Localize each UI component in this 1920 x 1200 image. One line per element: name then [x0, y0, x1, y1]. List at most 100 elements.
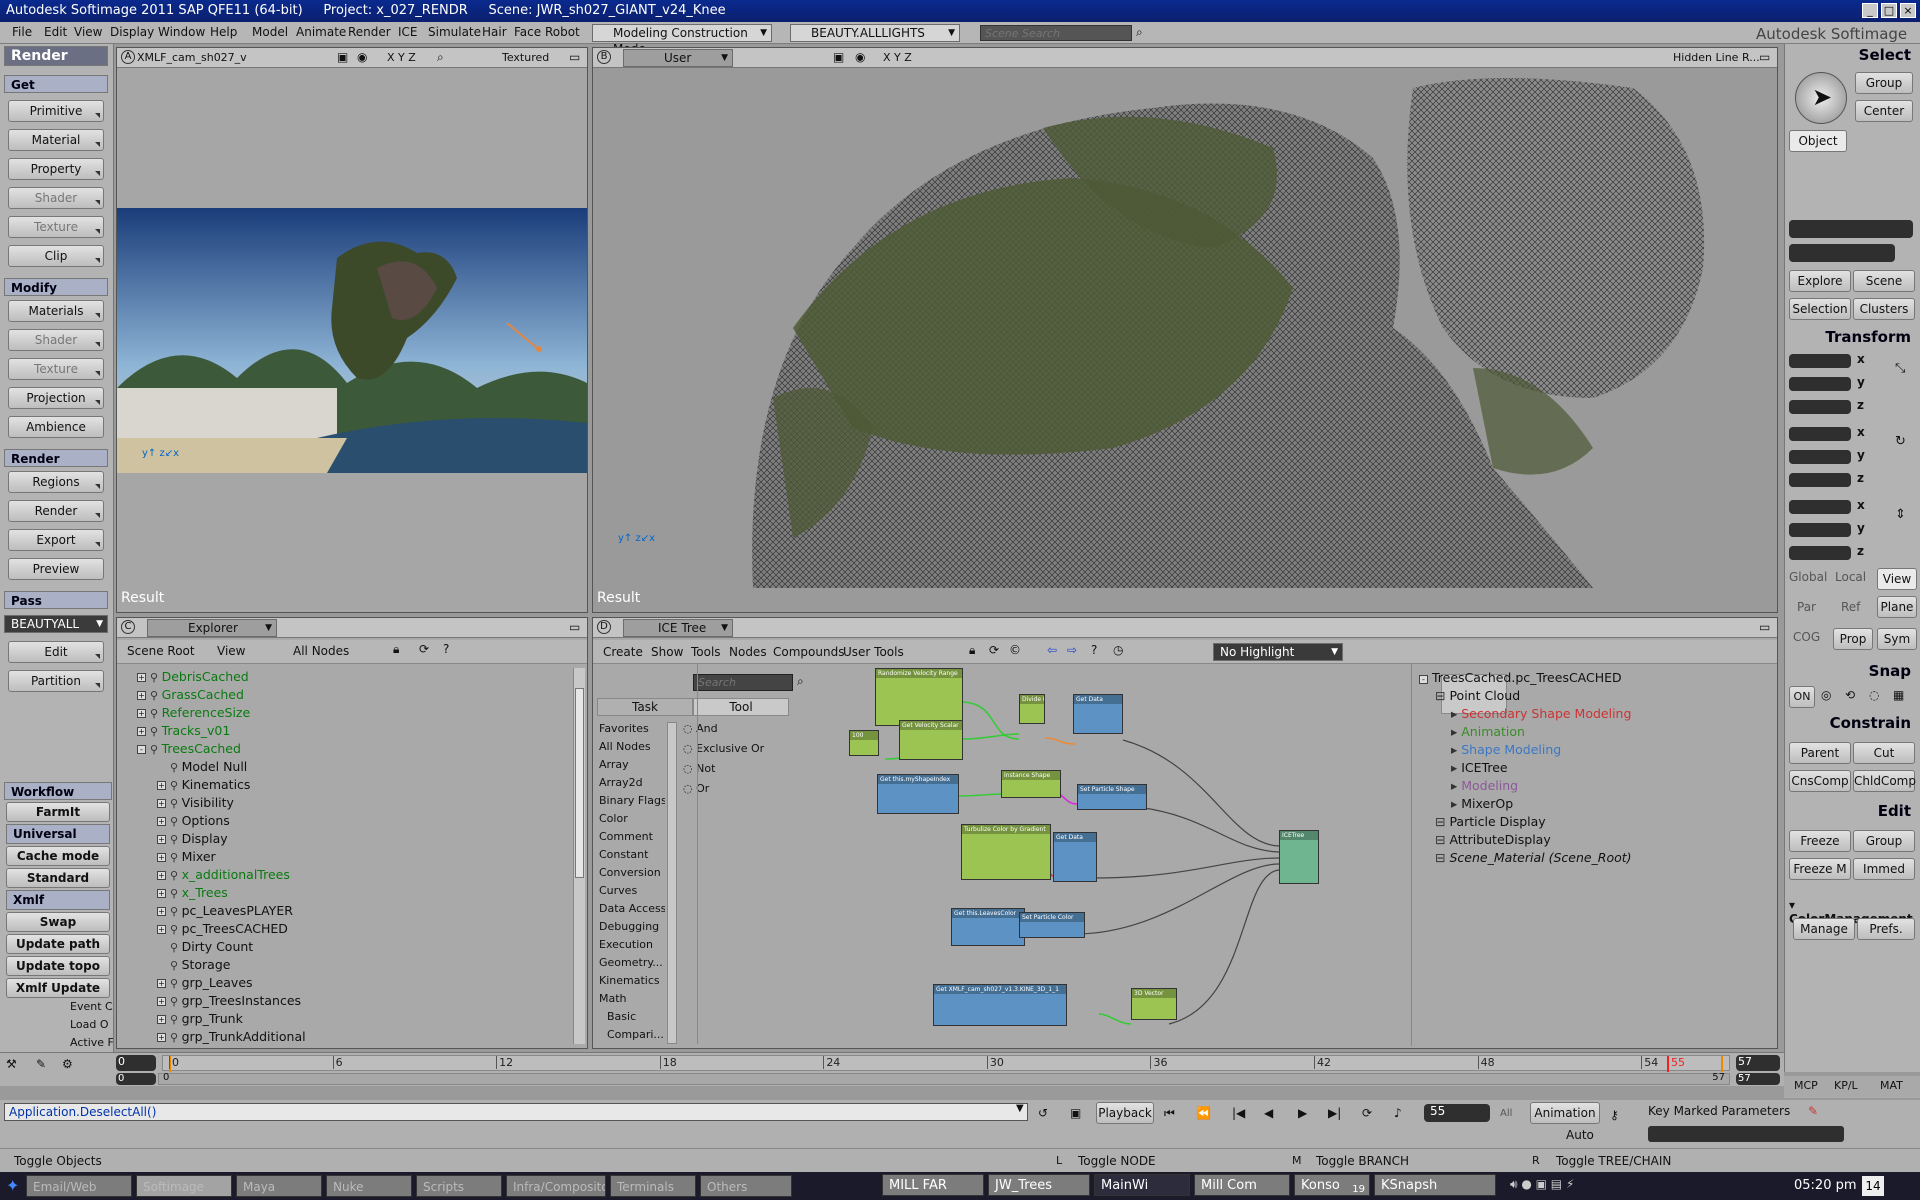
search-icon[interactable]: ⌕ [1136, 25, 1143, 40]
timer-icon[interactable]: ◷ [1113, 643, 1123, 657]
render-regions-button[interactable]: Regions [8, 471, 104, 493]
filter-dropdown[interactable]: All Nodes [293, 644, 349, 658]
expand-toggle[interactable]: + [157, 979, 166, 988]
axis-x-label[interactable]: x [1857, 352, 1865, 366]
explorer-row[interactable]: + ⚲ Visibility [137, 794, 234, 812]
explorer-dropdown[interactable]: Explorer [147, 619, 277, 637]
ice-node[interactable]: Get this.myShapeIndex [877, 774, 959, 814]
modify-ambience-button[interactable]: Ambience [8, 416, 104, 438]
get-shader-button[interactable]: Shader [8, 187, 104, 209]
expand-toggle[interactable]: + [157, 817, 166, 826]
modify-section[interactable]: Modify [4, 278, 108, 296]
script-item[interactable]: Event C [70, 1000, 114, 1013]
explorer-row[interactable]: + ⚲ Display [137, 830, 228, 848]
rotate-icon[interactable]: ↻ [1895, 434, 1906, 449]
audio-icon[interactable]: ♪ [1394, 1106, 1402, 1120]
axis-z-label[interactable]: z [1857, 398, 1864, 412]
ice-category-scrollbar[interactable] [667, 722, 677, 1044]
tool-icon[interactable]: ⚒ [6, 1057, 17, 1071]
expand-toggle[interactable]: + [157, 997, 166, 1006]
expand-toggle[interactable]: + [157, 871, 166, 880]
calendar-date[interactable]: 14 [1862, 1176, 1884, 1196]
ice-node[interactable]: Randomize Velocity Range [875, 668, 963, 726]
start-menu-icon[interactable]: ✦ [6, 1176, 19, 1195]
prev-frame-icon[interactable]: ⏪ [1196, 1106, 1211, 1120]
render-export-button[interactable]: Export [8, 529, 104, 551]
current-frame-field[interactable]: 55 [1424, 1104, 1490, 1122]
ice-node[interactable]: Set Particle Color [1019, 912, 1085, 938]
expand-toggle[interactable]: + [157, 781, 166, 790]
workflow-cache-mode-button[interactable]: Cache mode [6, 846, 110, 866]
ice-tree-row[interactable]: ⊟ AttributeDisplay [1435, 832, 1551, 847]
ice-category-item[interactable]: Constant [599, 848, 648, 861]
ice-category-item[interactable]: Basic [607, 1010, 636, 1023]
lock-icon[interactable]: 🔒︎ [969, 643, 975, 658]
ice-tree-row[interactable]: ▸ MixerOp [1451, 796, 1513, 811]
prop-toggle[interactable]: Prop [1833, 628, 1873, 650]
ice-tool-item[interactable]: ◌ Not [683, 762, 715, 775]
object-button[interactable]: Object [1789, 130, 1847, 152]
virtual-desktop-tab[interactable]: Softimage [136, 1175, 232, 1197]
menu-simulate[interactable]: Simulate [428, 25, 481, 39]
maximize-viewport-icon[interactable]: ▭ [1759, 50, 1770, 64]
keyframe-icon[interactable]: ✎ [1808, 1104, 1818, 1118]
timeline-end-field[interactable]: 57 [1736, 1055, 1780, 1071]
tab-kpl[interactable]: KP/L [1834, 1079, 1858, 1092]
ice-category-item[interactable]: Color [599, 812, 628, 825]
tab-task[interactable]: Task [597, 698, 693, 716]
cnscomp-button[interactable]: CnsComp [1789, 770, 1851, 792]
auto-key-toggle[interactable]: Auto [1566, 1128, 1594, 1142]
ice-category-item[interactable]: Debugging [599, 920, 659, 933]
axis-y-label[interactable]: y [1857, 521, 1865, 535]
expand-toggle[interactable]: + [157, 835, 166, 844]
virtual-desktop-tab[interactable]: Maya [236, 1175, 322, 1197]
close-button[interactable]: × [1900, 3, 1916, 18]
ice-node[interactable]: ICETree [1279, 830, 1319, 884]
selection-field[interactable] [1789, 220, 1913, 238]
ice-tool-item[interactable]: ◌ Exclusive Or [683, 742, 764, 755]
ice-graph[interactable]: Randomize Velocity Range Get Velocity Sca… [849, 664, 1403, 1046]
expand-toggle[interactable]: + [137, 673, 146, 682]
prefs-button[interactable]: Prefs. [1857, 918, 1915, 940]
expand-toggle[interactable]: + [157, 889, 166, 898]
range-end-field[interactable]: 57 [1736, 1073, 1780, 1085]
playback-menu[interactable]: Playback [1096, 1102, 1154, 1124]
get-clip-button[interactable]: Clip [8, 245, 104, 267]
loop-playback-icon[interactable]: ⟳ [1362, 1106, 1372, 1120]
ice-category-item[interactable]: Compari... [607, 1028, 664, 1041]
viewport-a-shading[interactable]: Textured [502, 51, 549, 64]
ice-menu-show[interactable]: Show [651, 645, 683, 659]
ice-category-item[interactable]: Comment [599, 830, 653, 843]
maximize-viewport-icon[interactable]: ▭ [569, 50, 580, 64]
animation-menu[interactable]: Animation [1530, 1102, 1600, 1124]
ice-category-item[interactable]: Execution [599, 938, 653, 951]
explorer-row[interactable]: ⚲ Storage [137, 956, 230, 974]
timeline[interactable]: 0 55 0 6 12 18 24 30 36 42 48 54 57 0 0 57 57 ⚒ ✎ … [0, 1052, 1784, 1086]
viewport-a-camera[interactable]: XMLF_cam_sh027_v1.3 [137, 51, 247, 64]
expand-toggle[interactable]: + [157, 799, 166, 808]
immed-button[interactable]: Immed [1853, 858, 1915, 880]
expand-toggle[interactable]: + [157, 853, 166, 862]
script-item[interactable]: Load O [70, 1018, 114, 1031]
explorer-row[interactable]: ⚲ Model Null [137, 758, 247, 776]
explore-button[interactable]: Explore [1789, 270, 1851, 292]
ice-category-item[interactable]: Conversion [599, 866, 661, 879]
play-forward-icon[interactable]: ▶ [1298, 1106, 1307, 1120]
refresh-icon[interactable]: ⟳ [419, 642, 429, 656]
tray-icons[interactable]: 🔊︎ ● ▣ ▤ ⚡ [1510, 1177, 1574, 1192]
pass-dropdown[interactable]: BEAUTYALL [4, 615, 108, 633]
maximize-panel-icon[interactable]: ▭ [569, 620, 580, 634]
ice-menu-create[interactable]: Create [603, 645, 643, 659]
explorer-row[interactable]: + ⚲ pc_LeavesPLAYER [137, 902, 293, 920]
virtual-desktop-tab[interactable]: Nuke [326, 1175, 412, 1197]
ice-tree-row[interactable]: ⊟ Scene_Material (Scene_Root) [1435, 850, 1632, 865]
key-icon[interactable]: ⚷ [1610, 1108, 1619, 1122]
select-arrow-icon[interactable]: ➤ [1795, 72, 1847, 124]
expand-toggle[interactable]: + [157, 1015, 166, 1024]
gear-icon[interactable]: ⚙ [62, 1057, 73, 1071]
forward-arrow-icon[interactable]: ⇨ [1067, 643, 1077, 657]
render-preview-button[interactable]: Preview [8, 558, 104, 580]
timeline-playhead[interactable] [1667, 1056, 1669, 1072]
menu-window[interactable]: Window [158, 25, 205, 39]
refresh-icon[interactable]: ⟳ [989, 643, 999, 657]
